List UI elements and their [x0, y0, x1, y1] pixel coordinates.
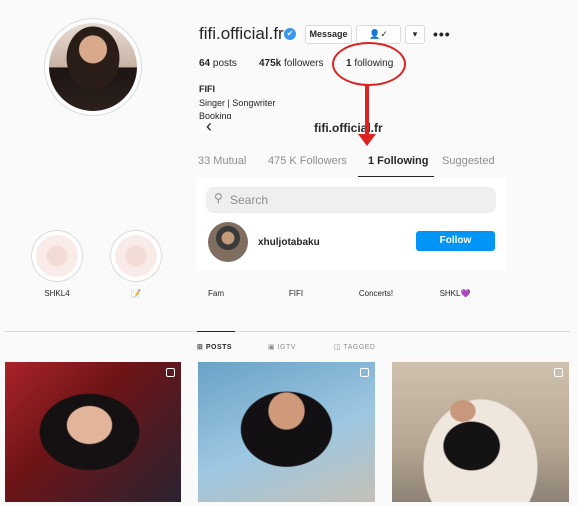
- modal-title: fifi.official.fr: [314, 121, 383, 135]
- tab-tagged[interactable]: ◫ TAGGED: [334, 343, 376, 351]
- user-check-icon: 👤✓: [369, 29, 388, 39]
- tab-posts-label: POSTS: [205, 344, 233, 351]
- message-button[interactable]: Message: [305, 25, 352, 44]
- profile-avatar[interactable]: [49, 23, 137, 111]
- post-thumbnail[interactable]: [5, 362, 181, 502]
- verified-badge-icon: ✔: [284, 28, 296, 40]
- carousel-icon: [360, 368, 369, 377]
- carousel-icon: [166, 368, 175, 377]
- posts-stat: 64 posts: [199, 58, 237, 69]
- grid-icon: ⊞: [197, 344, 204, 351]
- tab-igtv[interactable]: ▣ IGTV: [268, 343, 296, 351]
- posts-count: 64: [199, 58, 211, 69]
- tagged-icon: ◫: [334, 344, 342, 351]
- tab-mutual[interactable]: 33 Mutual: [198, 155, 246, 167]
- followers-label: followers: [284, 58, 324, 69]
- highlight-label: SHKL💜: [439, 289, 471, 298]
- post-thumbnail[interactable]: [392, 362, 569, 502]
- following-status-button[interactable]: 👤✓: [356, 25, 401, 44]
- profile-bio: Singer | Songwriter: [199, 98, 276, 108]
- tab-suggested[interactable]: Suggested: [442, 155, 495, 167]
- annotation-arrow-shaft: [365, 86, 369, 136]
- followers-count: 475k: [259, 58, 282, 69]
- tab-posts[interactable]: ⊞ POSTS: [197, 343, 232, 351]
- profile-full-name: FIFI: [199, 84, 215, 94]
- active-tab-indicator: [358, 176, 434, 177]
- post-thumbnail[interactable]: [198, 362, 375, 502]
- back-arrow-icon[interactable]: ‹: [206, 116, 212, 137]
- highlight-cover: [115, 235, 157, 277]
- highlight-label: 📝: [131, 289, 141, 298]
- following-username[interactable]: xhuljotabaku: [258, 237, 320, 248]
- highlight-label: SHKL4: [44, 289, 70, 298]
- posts-tab-indicator: [197, 331, 235, 332]
- search-icon: ⚲: [214, 191, 223, 205]
- search-placeholder: Search: [230, 193, 269, 207]
- highlight-2[interactable]: [110, 230, 162, 282]
- tab-tagged-label: TAGGED: [343, 344, 376, 351]
- tab-followers[interactable]: 475 K Followers: [268, 155, 347, 167]
- more-options-icon[interactable]: •••: [433, 26, 451, 42]
- carousel-icon: [554, 368, 563, 377]
- section-divider: [4, 331, 570, 332]
- highlight-1[interactable]: [31, 230, 83, 282]
- annotation-arrow-head: [358, 134, 376, 146]
- highlight-label: FIFI: [288, 289, 304, 298]
- following-user-avatar[interactable]: [208, 222, 248, 262]
- highlight-label: Fam: [208, 289, 224, 298]
- annotation-circle: [332, 42, 406, 86]
- profile-username: fifi.official.fr: [199, 24, 284, 43]
- tab-igtv-label: IGTV: [277, 344, 296, 351]
- follow-button[interactable]: Follow: [416, 231, 495, 251]
- highlight-cover: [36, 235, 78, 277]
- chevron-down-icon: ▾: [412, 29, 418, 39]
- dropdown-button[interactable]: ▾: [405, 25, 425, 44]
- posts-label: posts: [212, 58, 237, 69]
- highlight-label: Concerts!: [358, 289, 394, 298]
- followers-stat[interactable]: 475k followers: [259, 58, 324, 69]
- igtv-icon: ▣: [268, 344, 276, 351]
- tab-following[interactable]: 1 Following: [368, 155, 429, 167]
